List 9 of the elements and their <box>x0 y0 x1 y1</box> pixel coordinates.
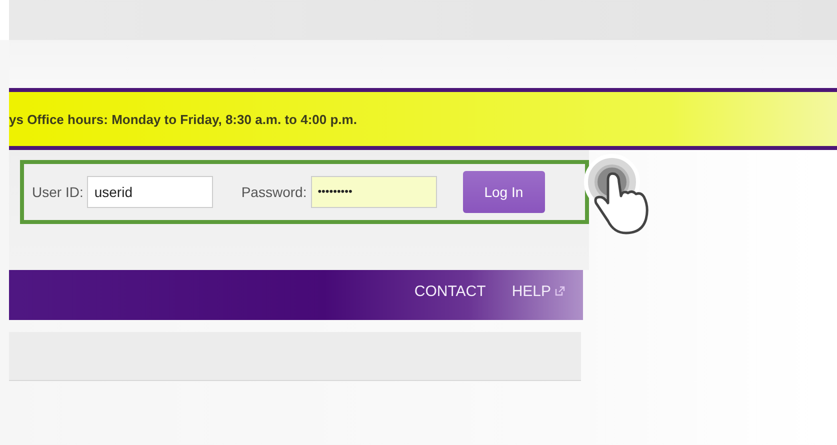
office-hours-text: ys Office hours: Monday to Friday, 8:30 a.m. to 4:00 p.m. <box>9 112 357 126</box>
nav-link[interactable]: CONTACT <box>414 282 486 300</box>
user-id-field[interactable]: userid <box>87 176 214 208</box>
log-in-button[interactable]: Log In <box>462 171 545 213</box>
nav-link[interactable]: HELP <box>512 282 565 300</box>
user-id-label: User ID: <box>32 184 84 200</box>
password-label: Password: <box>241 184 307 200</box>
password-field[interactable]: ••••••••• <box>310 176 437 208</box>
external-link-icon <box>555 286 565 296</box>
